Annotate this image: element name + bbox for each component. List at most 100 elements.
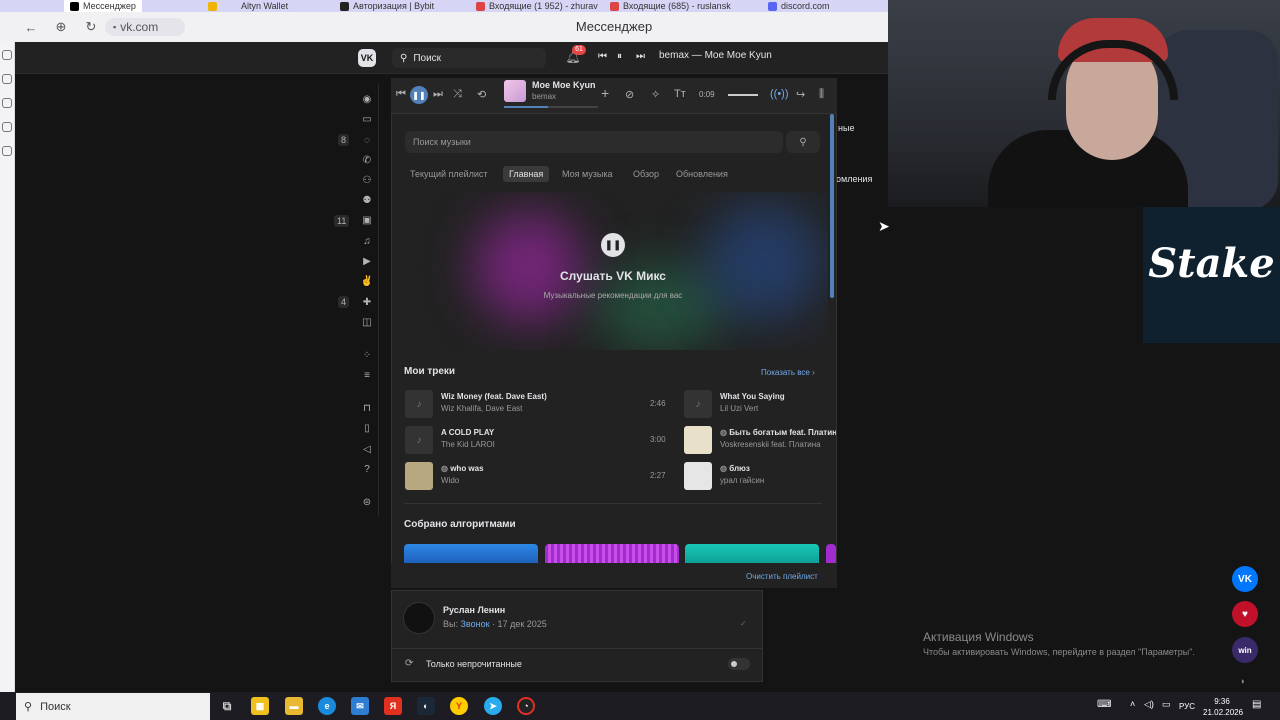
track-row[interactable]: ◍ Быть богатым feat. Платина Voskresensk…: [684, 426, 836, 456]
calls-icon[interactable]: ✆: [360, 153, 374, 167]
tab-mail-2[interactable]: Входящие (685) - ruslansk: [610, 0, 731, 12]
track-row[interactable]: ◍ who was Wido 2:27: [405, 462, 666, 492]
tab-updates[interactable]: Обновления: [670, 166, 734, 182]
pause-button[interactable]: ⏸: [617, 51, 622, 62]
profile-icon[interactable]: ◉: [360, 92, 374, 106]
ads-icon[interactable]: ◁: [360, 442, 374, 456]
header-search-input[interactable]: ⚲ Поиск: [392, 48, 546, 68]
avatar[interactable]: [403, 602, 435, 634]
sidebar-app-icon[interactable]: [2, 122, 12, 132]
dislike-icon[interactable]: ⊘: [625, 88, 634, 101]
language-indicator[interactable]: РУС: [1179, 702, 1195, 711]
yandex-icon[interactable]: Я: [384, 697, 402, 715]
yandex-browser-icon[interactable]: Y: [450, 697, 468, 715]
prev-track-button[interactable]: ⏮: [396, 88, 406, 101]
track-row[interactable]: ♪ Wiz Money (feat. Dave East) Wiz Khalif…: [405, 390, 666, 420]
tab-messenger[interactable]: Мессенджер: [64, 0, 142, 12]
track-row[interactable]: ♪ What You Saying Lil Uzi Vert: [684, 390, 836, 420]
task-view-icon[interactable]: ⧉: [218, 697, 236, 715]
games-icon[interactable]: ✚: [360, 295, 374, 309]
algo-playlist-card[interactable]: [404, 544, 538, 564]
taskbar-search-input[interactable]: ⚲ Поиск: [16, 693, 210, 720]
music-icon[interactable]: ♫: [360, 234, 374, 248]
app-icon[interactable]: ◔: [517, 697, 535, 715]
notifications-icon[interactable]: ▤: [1252, 699, 1261, 710]
repeat-icon[interactable]: ⟲: [477, 88, 486, 101]
taskbar-clock[interactable]: 9:36 21.02.2026: [1203, 696, 1243, 718]
messages-icon[interactable]: ◌: [360, 133, 374, 147]
keyboard-icon[interactable]: ⌨: [1097, 699, 1111, 710]
track-row[interactable]: ◍ блюз урал гайсин: [684, 462, 836, 492]
telegram-icon[interactable]: ➤: [484, 697, 502, 715]
chat-icon[interactable]: ◗: [1240, 676, 1245, 686]
algo-playlist-card[interactable]: [826, 544, 836, 564]
gamepad-icon[interactable]: ⊜: [360, 495, 374, 509]
tab-discord[interactable]: discord.com: [768, 0, 830, 12]
store-icon[interactable]: ▦: [251, 697, 269, 715]
communities-icon[interactable]: ⚉: [360, 193, 374, 207]
sidebar-app-icon[interactable]: [2, 98, 12, 108]
news-icon[interactable]: ▭: [360, 112, 374, 126]
share-icon[interactable]: ↪: [796, 88, 805, 101]
mix-pause-button[interactable]: ❚❚: [601, 233, 625, 257]
clear-playlist-link[interactable]: Очистить плейлист: [746, 572, 818, 581]
unread-only-toggle[interactable]: [728, 658, 750, 670]
show-all-link[interactable]: Показать все ›: [761, 368, 815, 377]
video-icon[interactable]: ▶: [360, 254, 374, 268]
edge-icon[interactable]: e: [318, 697, 336, 715]
help-icon[interactable]: ?: [360, 462, 374, 476]
conversation-name[interactable]: Руслан Ленин: [443, 605, 505, 615]
sidebar-app-icon[interactable]: [2, 50, 12, 60]
start-button[interactable]: [0, 693, 14, 720]
tab-altyn-wallet[interactable]: Altyn Wallet: [208, 0, 288, 12]
explorer-icon[interactable]: ▬: [285, 697, 303, 715]
tab-current-playlist[interactable]: Текущий плейлист: [404, 166, 494, 182]
player-track-title[interactable]: Moe Moe Kyun: [532, 80, 596, 90]
next-track-button[interactable]: ⏭: [636, 51, 645, 62]
broadcast-icon[interactable]: ((•)): [770, 88, 789, 100]
volume-slider[interactable]: [728, 94, 758, 96]
pause-button[interactable]: ❚❚: [410, 86, 428, 104]
tab-mail-1[interactable]: Входящие (1 952) - zhurav: [476, 0, 598, 12]
add-icon[interactable]: +: [601, 85, 609, 101]
equalizer-icon[interactable]: ⫼: [819, 88, 824, 101]
storage-icon[interactable]: ≡: [360, 368, 374, 382]
win-app-icon[interactable]: win: [1232, 637, 1258, 663]
market-icon[interactable]: ◫: [360, 315, 374, 329]
clips-icon[interactable]: ✌: [360, 274, 374, 288]
network-icon[interactable]: ▭: [1162, 699, 1171, 710]
track-cover: [684, 426, 712, 454]
player-track-artist[interactable]: bemax: [532, 92, 556, 101]
bookmarks-icon[interactable]: ⊓: [360, 401, 374, 415]
vk-logo-icon[interactable]: VK: [358, 49, 376, 67]
sidebar-app-icon[interactable]: [2, 74, 12, 84]
algo-playlist-card[interactable]: [545, 544, 679, 564]
tab-bybit[interactable]: Авторизация | Bybit: [340, 0, 434, 12]
windows-activation-title: Активация Windows: [923, 630, 1034, 644]
music-search-input[interactable]: Поиск музыки: [405, 131, 783, 153]
sidebar-app-icon[interactable]: [2, 146, 12, 156]
prev-track-button[interactable]: ⏮: [598, 51, 607, 62]
photos-icon[interactable]: ▣: [360, 213, 374, 227]
track-row[interactable]: ♪ A COLD PLAY The Kid LAROI 3:00: [405, 426, 666, 456]
tab-main[interactable]: Главная: [503, 166, 550, 182]
tab-overview[interactable]: Обзор: [627, 166, 665, 182]
next-track-button[interactable]: ⏭: [433, 88, 443, 101]
mail-icon[interactable]: ✉: [351, 697, 369, 715]
steam-icon[interactable]: ◐: [417, 697, 435, 715]
search-icon[interactable]: ⚲: [786, 131, 820, 153]
vk-app-icon[interactable]: VK: [1232, 566, 1258, 592]
heart-app-icon[interactable]: ♥: [1232, 601, 1258, 627]
lyrics-icon[interactable]: Tт: [674, 88, 686, 100]
files-icon[interactable]: ▯: [360, 421, 374, 435]
algo-playlist-card[interactable]: [685, 544, 819, 564]
volume-icon[interactable]: ◁): [1144, 699, 1154, 710]
scrollbar[interactable]: [830, 114, 834, 298]
header-now-playing[interactable]: bemax — Moe Moe Kyun: [659, 50, 772, 61]
apps-icon[interactable]: ⁘: [360, 348, 374, 362]
tab-my-music[interactable]: Моя музыка: [556, 166, 619, 182]
shuffle-icon[interactable]: ⤨: [453, 88, 462, 101]
sparkle-icon[interactable]: ✧: [651, 88, 660, 101]
friends-icon[interactable]: ⚇: [360, 173, 374, 187]
tray-chevron-icon[interactable]: ˄: [1130, 699, 1135, 709]
